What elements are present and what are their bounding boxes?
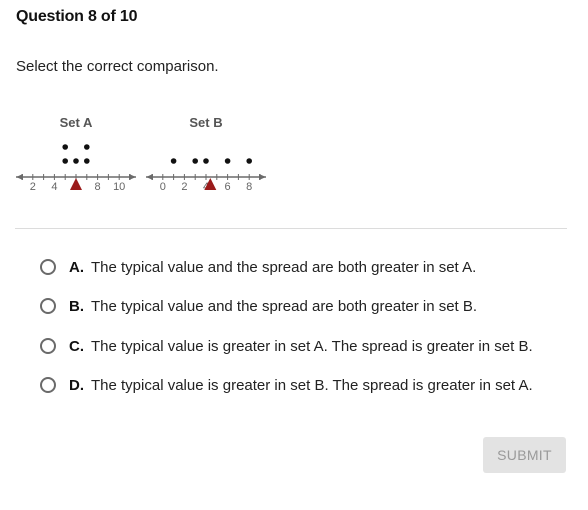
data-dot <box>84 144 90 150</box>
radio-button-c[interactable] <box>40 338 56 354</box>
dot-plot-set-b-svg: Set B02468 <box>146 115 266 193</box>
question-title: Question 8 of 10 <box>16 8 138 25</box>
option-text: The typical value is greater in set A. T… <box>91 337 533 355</box>
data-dot <box>170 158 177 164</box>
data-dot <box>62 158 68 164</box>
tick-label: 2 <box>30 181 36 193</box>
tick-label: 2 <box>181 181 187 193</box>
tick-label: 8 <box>246 181 252 193</box>
data-dot <box>62 144 68 150</box>
tick-label: 8 <box>95 181 101 193</box>
radio-button-a[interactable] <box>40 259 56 275</box>
tick-label: 4 <box>51 181 57 193</box>
dot-plot-set-b: Set B02468 <box>144 112 268 196</box>
plot-title: Set B <box>189 115 222 130</box>
plot-title: Set A <box>60 115 93 130</box>
option-text: The typical value and the spread are bot… <box>91 258 477 276</box>
dot-plot-set-a-svg: Set A 2 4 8 10 <box>16 115 136 193</box>
tick-label: 6 <box>225 181 231 193</box>
radio-button-b[interactable] <box>40 298 56 314</box>
option-b[interactable]: B. The typical value and the spread are … <box>40 294 477 318</box>
submit-button[interactable]: SUBMIT <box>483 437 566 473</box>
option-letter: B. <box>69 297 84 315</box>
option-letter: C. <box>69 337 84 355</box>
tick-label: 10 <box>113 181 125 193</box>
question-prompt: Select the correct comparison. <box>16 58 219 75</box>
data-dot <box>246 158 252 164</box>
option-text: The typical value and the spread are bot… <box>91 297 478 315</box>
tick-label: 0 <box>160 181 166 193</box>
data-dot <box>73 158 79 164</box>
option-c[interactable]: C. The typical value is greater in set A… <box>40 334 533 358</box>
balance-point-marker <box>70 178 82 190</box>
dot-plot-set-a: Set A 2 4 8 10 <box>14 112 138 196</box>
data-dot <box>84 158 90 164</box>
data-dot <box>192 158 198 164</box>
divider <box>15 228 567 229</box>
option-d[interactable]: D. The typical value is greater in set B… <box>40 373 533 397</box>
option-a[interactable]: A. The typical value and the spread are … <box>40 255 476 279</box>
option-text: The typical value is greater in set B. T… <box>91 376 533 394</box>
data-dot <box>203 158 209 164</box>
radio-button-d[interactable] <box>40 377 56 393</box>
option-letter: D. <box>69 376 84 394</box>
data-dot <box>224 158 231 164</box>
option-letter: A. <box>69 258 84 276</box>
